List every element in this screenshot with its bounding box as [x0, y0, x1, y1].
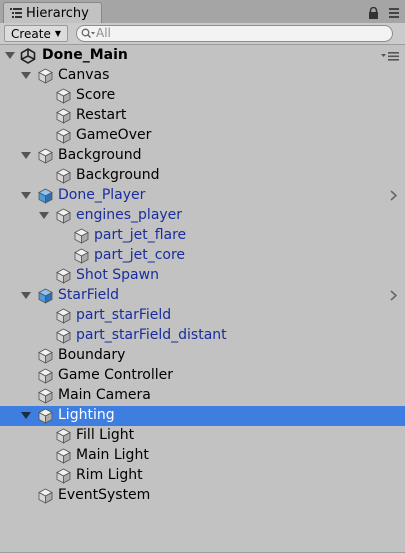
expand-arrow-icon[interactable] [39, 212, 49, 220]
open-prefab-chevron-icon[interactable] [390, 190, 397, 201]
row-label: Canvas [58, 67, 110, 83]
gameobject-cube-icon [56, 308, 71, 324]
hierarchy-row[interactable]: GameOver [0, 126, 405, 146]
row-label: part_starField_distant [76, 327, 227, 343]
gameobject-cube-icon [56, 88, 71, 104]
row-label: part_jet_flare [94, 227, 187, 243]
scene-menu-icon[interactable] [381, 52, 399, 61]
scene-row[interactable]: Done_Main [0, 45, 405, 67]
gameobject-cube-icon [56, 128, 71, 144]
hierarchy-row[interactable]: Restart [0, 106, 405, 126]
row-label: Background [76, 167, 160, 183]
hierarchy-row[interactable]: part_starField_distant [0, 326, 405, 346]
hierarchy-row[interactable]: EventSystem [0, 486, 405, 506]
row-label: GameOver [76, 127, 152, 143]
open-prefab-chevron-icon[interactable] [390, 290, 397, 301]
hierarchy-tree: Canvas Score Restart GameOver Background Back… [0, 66, 405, 506]
gameobject-cube-icon [74, 248, 89, 264]
tab-menu-icon[interactable] [389, 8, 399, 18]
hierarchy-row[interactable]: part_jet_flare [0, 226, 405, 246]
hierarchy-row[interactable]: Main Light [0, 446, 405, 466]
expand-arrow-icon[interactable] [21, 152, 31, 160]
create-dropdown-button[interactable]: Create ▼ [4, 25, 69, 42]
prefab-cube-icon [38, 288, 53, 304]
row-label: engines_player [76, 207, 183, 223]
gameobject-cube-icon [56, 208, 71, 224]
row-label: EventSystem [58, 487, 151, 503]
row-label: part_starField [76, 307, 172, 323]
gameobject-cube-icon [38, 488, 53, 504]
row-label: Done_Player [58, 187, 146, 203]
gameobject-cube-icon [38, 368, 53, 384]
gameobject-cube-icon [38, 68, 53, 84]
gameobject-cube-icon [56, 428, 71, 444]
hierarchy-toolbar: Create ▼ All [0, 23, 405, 45]
hierarchy-row[interactable]: engines_player [0, 206, 405, 226]
gameobject-cube-icon [38, 348, 53, 364]
hierarchy-row[interactable]: StarField [0, 286, 405, 306]
tab-title: Hierarchy [26, 5, 89, 21]
prefab-cube-icon [38, 188, 53, 204]
hierarchy-row[interactable]: Game Controller [0, 366, 405, 386]
row-label: Shot Spawn [76, 267, 159, 283]
hierarchy-row[interactable]: Canvas [0, 66, 405, 86]
gameobject-cube-icon [38, 388, 53, 404]
hierarchy-row[interactable]: Main Camera [0, 386, 405, 406]
gameobject-cube-icon [38, 148, 53, 164]
tab-bar: Hierarchy [0, 0, 405, 24]
search-field[interactable]: All [76, 25, 393, 42]
hierarchy-row[interactable]: Done_Player [0, 186, 405, 206]
hierarchy-row[interactable]: Score [0, 86, 405, 106]
gameobject-cube-icon [56, 448, 71, 464]
gameobject-cube-icon [56, 328, 71, 344]
row-label: Score [76, 87, 116, 103]
gameobject-cube-icon [56, 168, 71, 184]
expand-arrow-icon[interactable] [21, 292, 31, 300]
hierarchy-row[interactable]: part_jet_core [0, 246, 405, 266]
gameobject-cube-icon [56, 108, 71, 124]
row-label: part_jet_core [94, 247, 186, 263]
row-label: Background [58, 147, 142, 163]
gameobject-cube-icon [56, 468, 71, 484]
hierarchy-row[interactable]: Lighting [0, 406, 405, 426]
row-label: Boundary [58, 347, 126, 363]
expand-arrow-icon[interactable] [21, 72, 31, 80]
unity-scene-icon [20, 48, 36, 64]
hierarchy-row[interactable]: Fill Light [0, 426, 405, 446]
scene-name: Done_Main [42, 47, 128, 63]
expand-arrow-icon[interactable] [21, 192, 31, 200]
gameobject-cube-icon [56, 268, 71, 284]
hierarchy-row[interactable]: Boundary [0, 346, 405, 366]
create-label: Create [11, 26, 51, 41]
row-label: Game Controller [58, 367, 173, 383]
row-label: Main Light [76, 447, 149, 463]
row-label: Lighting [58, 407, 115, 423]
expand-arrow-icon[interactable] [5, 52, 15, 60]
tab-hierarchy[interactable]: Hierarchy [3, 2, 102, 23]
gameobject-cube-icon [74, 228, 89, 244]
search-placeholder: All [96, 26, 111, 40]
expand-arrow-icon[interactable] [21, 412, 31, 420]
dropdown-arrow-icon: ▼ [54, 29, 62, 38]
search-icon [81, 28, 95, 39]
hierarchy-row[interactable]: Rim Light [0, 466, 405, 486]
hierarchy-list-icon [10, 8, 22, 18]
row-label: StarField [58, 287, 120, 303]
lock-icon[interactable] [368, 7, 379, 19]
row-label: Fill Light [76, 427, 135, 443]
hierarchy-row[interactable]: Background [0, 146, 405, 166]
hierarchy-row[interactable]: part_starField [0, 306, 405, 326]
gameobject-cube-icon [38, 408, 53, 424]
row-label: Rim Light [76, 467, 143, 483]
hierarchy-row[interactable]: Background [0, 166, 405, 186]
row-label: Restart [76, 107, 127, 123]
row-label: Main Camera [58, 387, 151, 403]
hierarchy-row[interactable]: Shot Spawn [0, 266, 405, 286]
